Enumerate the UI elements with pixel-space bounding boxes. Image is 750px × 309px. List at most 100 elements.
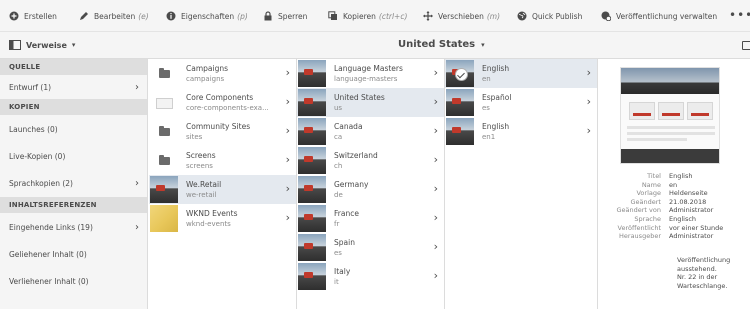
column-languages: English en › Español es › English en1 ›: [445, 59, 598, 309]
item-title: Germany: [334, 180, 369, 189]
metadata-key: Titel: [647, 172, 661, 180]
item-name: ca: [334, 133, 343, 141]
item-name: language-masters: [334, 75, 398, 83]
item-text: Screens screens: [186, 151, 280, 171]
chevron-right-icon: ›: [135, 178, 139, 189]
item-title: Campaigns: [186, 64, 229, 73]
chevron-right-icon: ›: [433, 269, 438, 282]
move-action-button[interactable]: Verschieben (m): [423, 0, 500, 32]
folder-icon: [159, 155, 170, 165]
metadata-row: Geändert von Administrator: [598, 206, 750, 215]
item-thumbnail: [150, 60, 178, 87]
rail-item[interactable]: Sprachkopien (2) ›: [0, 170, 147, 197]
chevron-right-icon: ›: [433, 66, 438, 79]
page-thumbnail-image: [446, 118, 474, 145]
column-item[interactable]: Germany de ›: [297, 175, 444, 204]
page-thumbnail-image: [150, 205, 178, 232]
column-item[interactable]: English en ›: [445, 59, 597, 88]
item-text: Italy it: [334, 267, 428, 287]
rail-toggle-button[interactable]: Verweise ▾: [9, 40, 75, 50]
column-item[interactable]: United States us ›: [297, 88, 444, 117]
metadata-key: Herausgeber: [619, 232, 661, 241]
chevron-right-icon: ›: [586, 66, 591, 79]
column-item[interactable]: Español es ›: [445, 88, 597, 117]
copy-action-button[interactable]: Kopieren (ctrl+c): [328, 0, 407, 32]
item-thumbnail: [446, 89, 474, 116]
copy-action-shortcut: (ctrl+c): [378, 11, 408, 21]
column-item[interactable]: Community Sites sites ›: [149, 117, 296, 146]
rail-section-header: INHALTSREFERENZEN: [0, 197, 147, 213]
page-preview-thumbnail: [620, 67, 720, 164]
page-thumbnail-image: [298, 234, 326, 261]
column-item[interactable]: Language Masters language-masters ›: [297, 59, 444, 88]
column-item[interactable]: Campaigns campaigns ›: [149, 59, 296, 88]
rail-item[interactable]: Live-Kopien (0): [0, 143, 147, 170]
create-action-button[interactable]: Erstellen: [9, 0, 57, 32]
view-switch-icon[interactable]: [742, 41, 750, 50]
item-name: core-components-exa...: [186, 104, 269, 112]
item-title: English: [482, 122, 510, 131]
manage-publication-action-button[interactable]: Veröffentlichung verwalten: [601, 0, 717, 32]
item-thumbnail: [298, 263, 326, 290]
rail-item[interactable]: Geliehener Inhalt (0): [0, 241, 147, 268]
chevron-right-icon: ›: [285, 182, 290, 195]
chevron-right-icon: ›: [285, 66, 290, 79]
rail-item[interactable]: Entwurf (1) ›: [0, 75, 147, 99]
preview-card: [629, 102, 655, 120]
item-thumbnail: [298, 234, 326, 261]
edit-action-button[interactable]: Bearbeiten (e): [79, 0, 149, 32]
column-item[interactable]: Spain es ›: [297, 233, 444, 262]
page-title-text: United States: [398, 39, 476, 50]
rail-item[interactable]: Launches (0): [0, 115, 147, 143]
pencil-icon: [79, 11, 94, 21]
item-name: es: [482, 104, 490, 112]
column-item[interactable]: Screens screens ›: [149, 146, 296, 175]
metadata-row: Titel English: [598, 172, 750, 181]
item-text: Core Components core-components-exa...: [186, 93, 280, 113]
column-item[interactable]: Canada ca ›: [297, 117, 444, 146]
info-icon: [166, 11, 181, 21]
column-item[interactable]: Core Components core-components-exa... ›: [149, 88, 296, 117]
rail-section-header: QUELLE: [0, 59, 147, 75]
column-item[interactable]: Italy it ›: [297, 262, 444, 291]
chevron-down-icon: ▾: [71, 41, 76, 49]
preview-panel: Titel English Name en Vorlage Heldenseite Geän…: [598, 59, 750, 309]
page-thumbnail-image: [298, 205, 326, 232]
properties-action-button[interactable]: Eigenschaften (p): [166, 0, 248, 32]
page-thumbnail-image: [298, 176, 326, 203]
globe-gear-icon: [601, 11, 616, 21]
quick-publish-action-button[interactable]: Quick Publish: [517, 0, 582, 32]
move-icon: [423, 11, 438, 21]
item-name: en: [482, 75, 491, 83]
item-text: WKND Events wknd-events: [186, 209, 280, 229]
column-sites: Campaigns campaigns › Core Components core-c…: [149, 59, 297, 309]
rail-item[interactable]: Eingehende Links (19) ›: [0, 213, 147, 241]
metadata-key: Geändert von: [616, 206, 662, 215]
page-metadata: Titel English Name en Vorlage Heldenseite Geän…: [598, 172, 750, 241]
item-thumbnail: [298, 176, 326, 203]
folder-icon: [159, 126, 170, 136]
quick-publish-action-label: Quick Publish: [532, 11, 583, 21]
chevron-down-icon: ▾: [481, 40, 485, 49]
column-item[interactable]: We.Retail we-retail ›: [149, 175, 296, 204]
item-title: Screens: [186, 151, 216, 160]
metadata-key: Veröffentlicht: [617, 223, 661, 232]
more-icon[interactable]: •••: [729, 9, 750, 21]
metadata-key: Sprache: [634, 214, 661, 223]
checkmark-icon[interactable]: [455, 68, 468, 81]
column-item[interactable]: WKND Events wknd-events ›: [149, 204, 296, 233]
rail-item-label: Eingehende Links (19): [9, 222, 93, 232]
column-item[interactable]: France fr ›: [297, 204, 444, 233]
column-item[interactable]: English en1 ›: [445, 117, 597, 146]
metadata-row: Name en: [598, 181, 750, 190]
item-name: fr: [334, 220, 340, 228]
page-thumbnail-image: [298, 89, 326, 116]
column-item[interactable]: Switzerland ch ›: [297, 146, 444, 175]
item-text: Language Masters language-masters: [334, 64, 428, 84]
lock-action-button[interactable]: Sperren: [263, 0, 307, 32]
page-thumbnail-image: [298, 263, 326, 290]
page-title[interactable]: United States ▾: [398, 39, 485, 50]
item-title: English: [482, 64, 510, 73]
rail-item[interactable]: Verliehener Inhalt (0): [0, 268, 147, 295]
item-text: English en: [482, 64, 581, 84]
